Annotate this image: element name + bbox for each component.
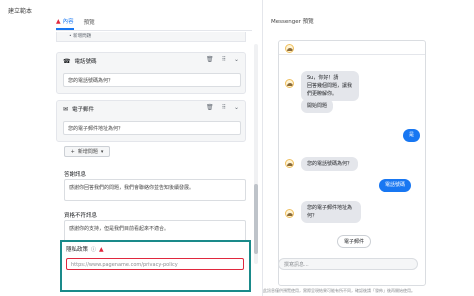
partial-question-text: • 新增問題 — [69, 34, 92, 39]
tab-divider — [56, 30, 252, 31]
avatar — [285, 209, 294, 218]
question-header: ✉ 電子郵件 — [63, 105, 95, 114]
preview-header — [279, 41, 425, 55]
plus-icon: + — [70, 148, 75, 155]
email-icon: ✉ — [63, 105, 69, 113]
drag-handle-icon[interactable]: ⠿ — [222, 104, 226, 111]
preview-pane: Messenger 預覽 Su，你好！請 回答幾個問題，讓我 們更瞭解你。 開始… — [263, 0, 474, 296]
tab-preview-label: 預覽 — [83, 20, 95, 26]
preview-title: Messenger 預覽 — [271, 19, 314, 25]
partial-question-card: • 新增問題 — [56, 32, 246, 42]
add-question-button[interactable]: + 新增問題 ▾ — [64, 146, 110, 157]
question-card-email: ✉ 電子郵件 🗑 ⠿ ⌄ 您的電子郵件地址為何？ — [56, 100, 246, 142]
editor-scrollbar[interactable] — [254, 44, 258, 264]
scroll-thumb[interactable] — [254, 184, 258, 254]
privacy-label: 隱私政策 — [66, 247, 89, 253]
tab-preview[interactable]: 預覽 — [84, 14, 95, 30]
bot-message: 您的電話號碼為何？ — [301, 157, 359, 171]
quick-reply-button[interactable]: 電子郵件 — [337, 235, 372, 248]
question-card-phone: ☎ 電話號碼 🗑 ⠿ ⌄ 您的電話號碼為何？ — [56, 52, 246, 94]
user-message: 電話號碼 — [379, 179, 412, 192]
bot-message: 您的電子郵件地址為 何？ — [301, 201, 361, 223]
warning-icon: ▲ — [56, 17, 61, 25]
question-type-label: 電子郵件 — [72, 107, 95, 113]
bot-message: 開始問題 — [301, 99, 334, 113]
caret-down-icon: ▾ — [100, 148, 104, 155]
privacy-label-row: 隱私政策 ⓘ ▲ — [66, 245, 104, 254]
privacy-url-input[interactable]: https://www.pagename.com/privacy-policy — [66, 258, 244, 270]
message-composer[interactable]: 撰寫訊息... — [278, 258, 418, 270]
chevron-down-icon[interactable]: ⌄ — [234, 56, 239, 63]
question-type-label: 電話號碼 — [74, 59, 97, 65]
question-header: ☎ 電話號碼 — [63, 57, 97, 66]
chevron-down-icon[interactable]: ⌄ — [234, 104, 239, 111]
avatar — [285, 159, 294, 168]
add-question-label: 新增問題 — [77, 149, 98, 155]
trash-icon[interactable]: 🗑 — [206, 104, 214, 111]
question-text-field[interactable]: 您的電子郵件地址為何？ — [63, 121, 241, 135]
info-icon: ⓘ — [91, 246, 97, 253]
tab-content[interactable]: ▲ 內容 — [56, 14, 74, 30]
disqualified-textarea[interactable]: 感謝你的支持，但是我們目前看起來不適合。 — [64, 220, 246, 242]
preview-footnote: 此訊息僅供預覽使用，實際呈現結果可能有所不同，確認後請「發佈」後再開始使用。 — [263, 288, 415, 293]
avatar — [285, 44, 294, 53]
question-text-field[interactable]: 您的電話號碼為何？ — [63, 73, 241, 87]
tab-content-label: 內容 — [62, 19, 74, 25]
question-actions: 🗑 ⠿ ⌄ — [206, 104, 239, 111]
avatar — [285, 79, 294, 88]
messenger-preview: Su，你好！請 回答幾個問題，讓我 們更瞭解你。 開始問題 是 您的電話號碼為何… — [278, 40, 426, 286]
trash-icon[interactable]: 🗑 — [206, 56, 214, 63]
warning-icon: ▲ — [99, 245, 104, 253]
greeting-label: 答謝訊息 — [64, 172, 87, 178]
tab-bar: ▲ 內容 預覽 — [56, 14, 95, 30]
bot-message: Su，你好！請 回答幾個問題，讓我 們更瞭解你。 — [301, 71, 359, 101]
greeting-textarea[interactable]: 感謝你回答我們的問題，我們會聯絡你並告知後續發展。 — [64, 179, 246, 201]
question-actions: 🗑 ⠿ ⌄ — [206, 56, 239, 63]
create-template-dialog: 建立範本 ✕ ▲ 內容 預覽 • 新增問題 ☎ 電話號碼 — [0, 0, 474, 296]
disqualified-label: 資格不符訊息 — [64, 213, 98, 219]
drag-handle-icon[interactable]: ⠿ — [222, 56, 226, 63]
user-message: 是 — [403, 129, 421, 142]
phone-icon: ☎ — [63, 57, 71, 65]
